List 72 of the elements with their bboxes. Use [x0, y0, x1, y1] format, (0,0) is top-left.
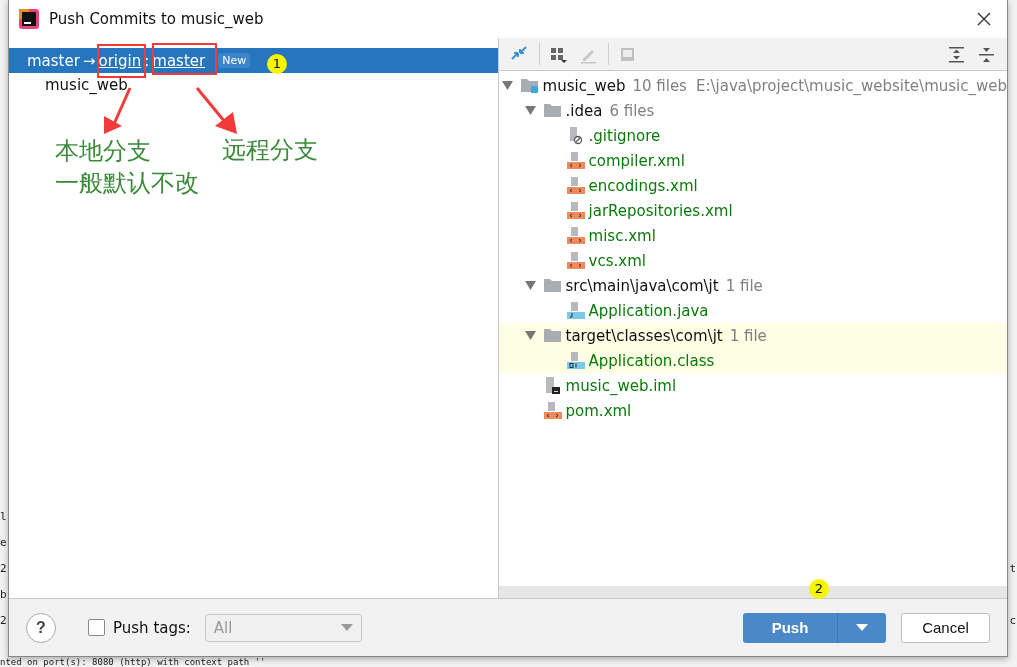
- class-file-icon: [565, 351, 585, 370]
- xml-file-icon: [565, 176, 585, 195]
- background-text: 2: [0, 562, 7, 575]
- separator-text: :: [144, 51, 150, 70]
- expanded-arrow-icon: [524, 331, 536, 340]
- expanded-arrow-icon: [524, 281, 536, 290]
- help-button[interactable]: ?: [26, 612, 56, 643]
- file-name[interactable]: music_web.iml: [565, 376, 677, 395]
- window-title: Push Commits to music_web: [49, 10, 264, 28]
- java-file-icon: [565, 301, 585, 320]
- highlight-frame: [152, 43, 217, 75]
- caret-icon: [856, 624, 868, 631]
- xml-file-icon: [565, 201, 585, 220]
- xml-file-icon: [565, 226, 585, 245]
- local-branch-text: master: [27, 51, 80, 70]
- console-text: nted on port(s): 8080 (http) with context path '': [0, 657, 266, 667]
- folder-name[interactable]: target\classes\com\jt: [565, 326, 723, 345]
- file-name[interactable]: compiler.xml: [588, 151, 685, 170]
- path-text: E:\java\project\music_website\music_web: [695, 76, 1007, 95]
- folder-name[interactable]: src\main\java\com\jt: [565, 276, 719, 295]
- xml-file-icon: [565, 151, 585, 170]
- file-count: 10 files: [632, 76, 687, 95]
- background-text: c: [1009, 614, 1016, 627]
- expand-toggle[interactable]: [501, 81, 513, 90]
- folder-name[interactable]: .idea: [565, 101, 603, 120]
- file-name[interactable]: encodings.xml: [588, 176, 698, 195]
- file-count: 1 file: [725, 276, 763, 295]
- file-name[interactable]: Application.class: [588, 351, 715, 370]
- folder-name[interactable]: music_web: [542, 76, 626, 95]
- app-logo-icon: [19, 9, 39, 29]
- expanded-arrow-icon: [501, 81, 513, 90]
- file-name[interactable]: jarRepositories.xml: [588, 201, 733, 220]
- expand-toggle[interactable]: [524, 331, 536, 340]
- expanded-arrow-icon: [524, 106, 536, 115]
- expand-toggle[interactable]: [524, 106, 536, 115]
- repository-item[interactable]: music_web: [9, 73, 498, 98]
- file-name[interactable]: pom.xml: [565, 401, 632, 420]
- folder-icon: [542, 276, 562, 295]
- file-name[interactable]: Application.java: [588, 301, 709, 320]
- background-text: 2: [0, 614, 7, 627]
- arrow-text: →: [82, 51, 96, 70]
- file-count: 6 files: [609, 101, 655, 120]
- remote-branch-link[interactable]: master: [152, 51, 206, 70]
- background-text: t: [1009, 562, 1016, 575]
- push-tags-label: Push tags:: [113, 618, 191, 637]
- xml-file-icon: [542, 401, 562, 420]
- folder-icon: [542, 326, 562, 345]
- push-button[interactable]: Push: [743, 612, 837, 643]
- cancel-button[interactable]: Cancel: [901, 612, 990, 643]
- file-name[interactable]: misc.xml: [588, 226, 656, 245]
- expand-toggle[interactable]: [524, 281, 536, 290]
- expand-all-icon: [946, 44, 966, 64]
- background-text: l: [0, 510, 7, 523]
- xml-file-icon: [565, 251, 585, 270]
- close-icon: [977, 12, 991, 26]
- file-name[interactable]: .gitignore: [588, 126, 661, 145]
- remote-link[interactable]: origin: [98, 51, 142, 70]
- file-count: 1 file: [729, 326, 767, 345]
- caret-icon: [340, 624, 353, 631]
- module-folder-icon: [519, 76, 539, 95]
- background-text: b: [0, 588, 7, 601]
- background-text: e: [0, 536, 7, 549]
- horizontal-scrollbar[interactable]: [498, 586, 1007, 598]
- file-name[interactable]: vcs.xml: [588, 251, 646, 270]
- annotation-text: 远程分支: [222, 135, 318, 165]
- highlight-frame: [97, 44, 146, 78]
- push-options-button[interactable]: [837, 612, 886, 643]
- annotation-text: 一般默认不改: [55, 168, 199, 198]
- new-badge: New: [218, 53, 251, 68]
- annotation-text: 本地分支: [55, 136, 151, 166]
- push-tags-checkbox[interactable]: [88, 619, 105, 636]
- folder-icon: [542, 101, 562, 120]
